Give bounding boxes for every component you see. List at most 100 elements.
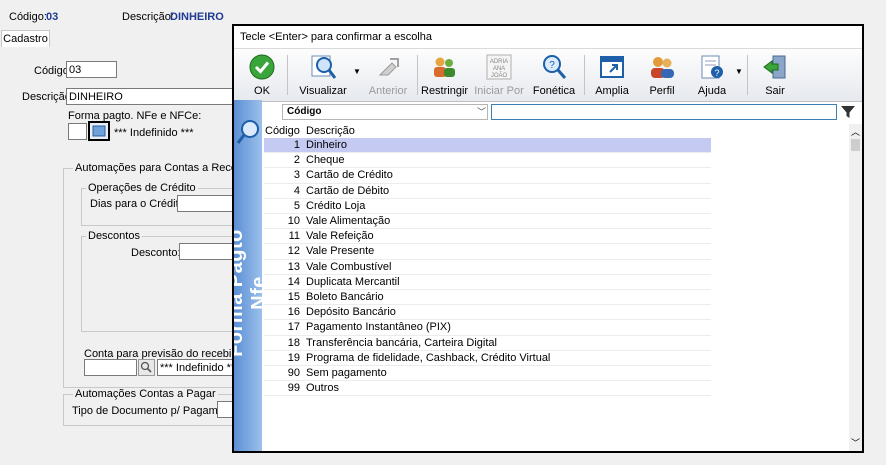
svg-text:JOÃO: JOÃO bbox=[491, 72, 508, 79]
iniciar-por-label: Iniciar Por bbox=[474, 85, 524, 97]
column-header-codigo[interactable]: Código bbox=[265, 124, 300, 138]
desconto-label: Desconto: bbox=[131, 247, 181, 259]
fonetica-label: Fonética bbox=[532, 85, 576, 97]
vertical-scrollbar[interactable]: ︿ ﹀ bbox=[849, 124, 862, 451]
dias-field[interactable] bbox=[177, 195, 237, 212]
side-banner: Forma Pagto Nfe bbox=[234, 100, 262, 451]
table-row[interactable]: 17 Pagamento Instantâneo (PIX) bbox=[264, 320, 711, 336]
header-codigo-label: Código: bbox=[9, 11, 47, 23]
sair-label: Sair bbox=[765, 85, 785, 97]
chevron-down-icon[interactable]: ﹀ bbox=[477, 105, 486, 118]
desconto-field[interactable] bbox=[179, 243, 237, 260]
search-field-select[interactable]: Código bbox=[282, 104, 488, 120]
results-rows: 1 Dinheiro 2 Cheque 3 Cartão de Crédito 4 Cartã… bbox=[262, 138, 849, 438]
table-row[interactable]: 2 Cheque bbox=[264, 153, 711, 169]
anterior-label: Anterior bbox=[368, 85, 408, 97]
row-codigo: 17 bbox=[287, 321, 300, 334]
header-codigo-value: 03 bbox=[46, 11, 59, 23]
row-codigo: 12 bbox=[287, 245, 300, 258]
row-descricao: Vale Alimentação bbox=[306, 215, 391, 227]
fonetica-button[interactable]: ? Fonética bbox=[529, 49, 579, 101]
anterior-button[interactable]: Anterior bbox=[364, 49, 412, 101]
table-row[interactable]: 18 Transferência bancária, Carteira Digit… bbox=[264, 336, 711, 351]
row-codigo: 1 bbox=[293, 139, 300, 151]
perfil-button[interactable]: Perfil bbox=[639, 49, 685, 101]
help-icon: ? bbox=[701, 55, 723, 79]
filter-icon[interactable] bbox=[840, 104, 856, 120]
row-codigo: 90 bbox=[287, 367, 300, 379]
row-codigo: 99 bbox=[287, 382, 300, 395]
phonetic-search-icon: ? bbox=[543, 55, 567, 79]
results-grid: Código Descrição 1 Dinheiro 2 Cheque 3 Cartão… bbox=[262, 124, 849, 451]
row-descricao: Sem pagamento bbox=[306, 367, 387, 379]
table-row[interactable]: 16 Depósito Bancário bbox=[264, 305, 711, 321]
restringir-button[interactable]: Restringir bbox=[421, 49, 469, 101]
svg-text:ANA: ANA bbox=[493, 66, 505, 72]
amplia-label: Amplia bbox=[595, 85, 629, 97]
exit-icon bbox=[763, 55, 786, 79]
receber-group-title: Automações para Contas a Receber bbox=[73, 162, 255, 174]
conta-code-field[interactable] bbox=[84, 359, 137, 376]
descricao-field[interactable]: DINHEIRO bbox=[66, 88, 246, 105]
column-header-descricao[interactable]: Descrição bbox=[306, 124, 355, 138]
ajuda-dropdown-arrow[interactable]: ▼ bbox=[735, 67, 743, 76]
table-row[interactable]: 4 Cartão de Débito bbox=[264, 184, 711, 199]
row-codigo: 16 bbox=[287, 306, 300, 319]
search-input[interactable] bbox=[491, 104, 837, 120]
row-codigo: 11 bbox=[288, 230, 300, 243]
forma-value: *** Indefinido *** bbox=[114, 127, 194, 139]
table-row[interactable]: 10 Vale Alimentação bbox=[264, 214, 711, 230]
restrict-users-icon bbox=[434, 57, 455, 77]
table-row[interactable]: 90 Sem pagamento bbox=[264, 366, 711, 382]
tab-cadastro[interactable]: Cadastro bbox=[1, 30, 50, 48]
maximize-icon bbox=[600, 56, 624, 78]
table-row[interactable]: 1 Dinheiro bbox=[264, 138, 711, 154]
visualizar-button[interactable]: Visualizar bbox=[294, 49, 352, 101]
table-row[interactable]: 15 Boleto Bancário bbox=[264, 290, 711, 306]
row-descricao: Vale Refeição bbox=[306, 230, 374, 243]
codigo-field[interactable]: 03 bbox=[66, 61, 117, 78]
restringir-label: Restringir bbox=[421, 85, 469, 97]
row-descricao: Duplicata Mercantil bbox=[306, 275, 400, 288]
svg-text:ADRIA: ADRIA bbox=[490, 59, 508, 65]
amplia-button[interactable]: Amplia bbox=[589, 49, 635, 101]
descontos-group-title: Descontos bbox=[86, 230, 142, 242]
scroll-up-icon[interactable]: ︿ bbox=[851, 125, 860, 138]
toolbar-separator bbox=[287, 55, 288, 95]
table-row[interactable]: 5 Crédito Loja bbox=[264, 199, 711, 214]
table-row[interactable]: 99 Outros bbox=[264, 381, 711, 397]
visualizar-label: Visualizar bbox=[299, 85, 347, 97]
header-descricao-value: DINHEIRO bbox=[170, 11, 224, 23]
table-row[interactable]: 13 Vale Combustível bbox=[264, 260, 711, 275]
forma-code-field[interactable] bbox=[68, 123, 87, 140]
row-descricao: Vale Presente bbox=[306, 245, 375, 258]
table-row[interactable]: 19 Programa de fidelidade, Cashback, Créd… bbox=[264, 351, 711, 366]
header-descricao-label: Descrição: bbox=[122, 11, 174, 23]
table-row[interactable]: 3 Cartão de Crédito bbox=[264, 168, 711, 184]
iniciar-por-button[interactable]: ADRIA ANA JOÃO Iniciar Por bbox=[474, 49, 524, 101]
table-row[interactable]: 14 Duplicata Mercantil bbox=[264, 275, 711, 290]
row-codigo: 10 bbox=[287, 215, 300, 227]
ok-button[interactable]: OK bbox=[240, 49, 284, 101]
svg-text:?: ? bbox=[549, 60, 555, 71]
row-descricao: Cartão de Crédito bbox=[306, 169, 393, 182]
table-row[interactable]: 12 Vale Presente bbox=[264, 244, 711, 260]
table-row[interactable]: 11 Vale Refeição bbox=[264, 229, 711, 245]
row-codigo: 4 bbox=[293, 184, 300, 197]
row-descricao: Programa de fidelidade, Cashback, Crédit… bbox=[306, 351, 551, 364]
row-codigo: 15 bbox=[287, 291, 300, 303]
lookup-popup: Tecle <Enter> para confirmar a escolha O… bbox=[232, 24, 864, 453]
scroll-thumb[interactable] bbox=[851, 139, 860, 151]
ajuda-label: Ajuda bbox=[697, 85, 727, 97]
svg-text:?: ? bbox=[714, 68, 719, 78]
sair-button[interactable]: Sair bbox=[752, 49, 798, 101]
lookup-icon bbox=[92, 125, 106, 137]
conta-search-button[interactable] bbox=[138, 359, 155, 376]
dias-label: Dias para o Crédito: bbox=[90, 198, 188, 210]
forma-lookup-button[interactable] bbox=[88, 121, 110, 141]
ajuda-button[interactable]: ? Ajuda bbox=[689, 49, 735, 101]
visualizar-dropdown-arrow[interactable]: ▼ bbox=[353, 67, 361, 76]
perfil-label: Perfil bbox=[649, 85, 675, 97]
scroll-down-icon[interactable]: ﹀ bbox=[851, 436, 860, 449]
row-descricao: Vale Combustível bbox=[306, 260, 392, 273]
